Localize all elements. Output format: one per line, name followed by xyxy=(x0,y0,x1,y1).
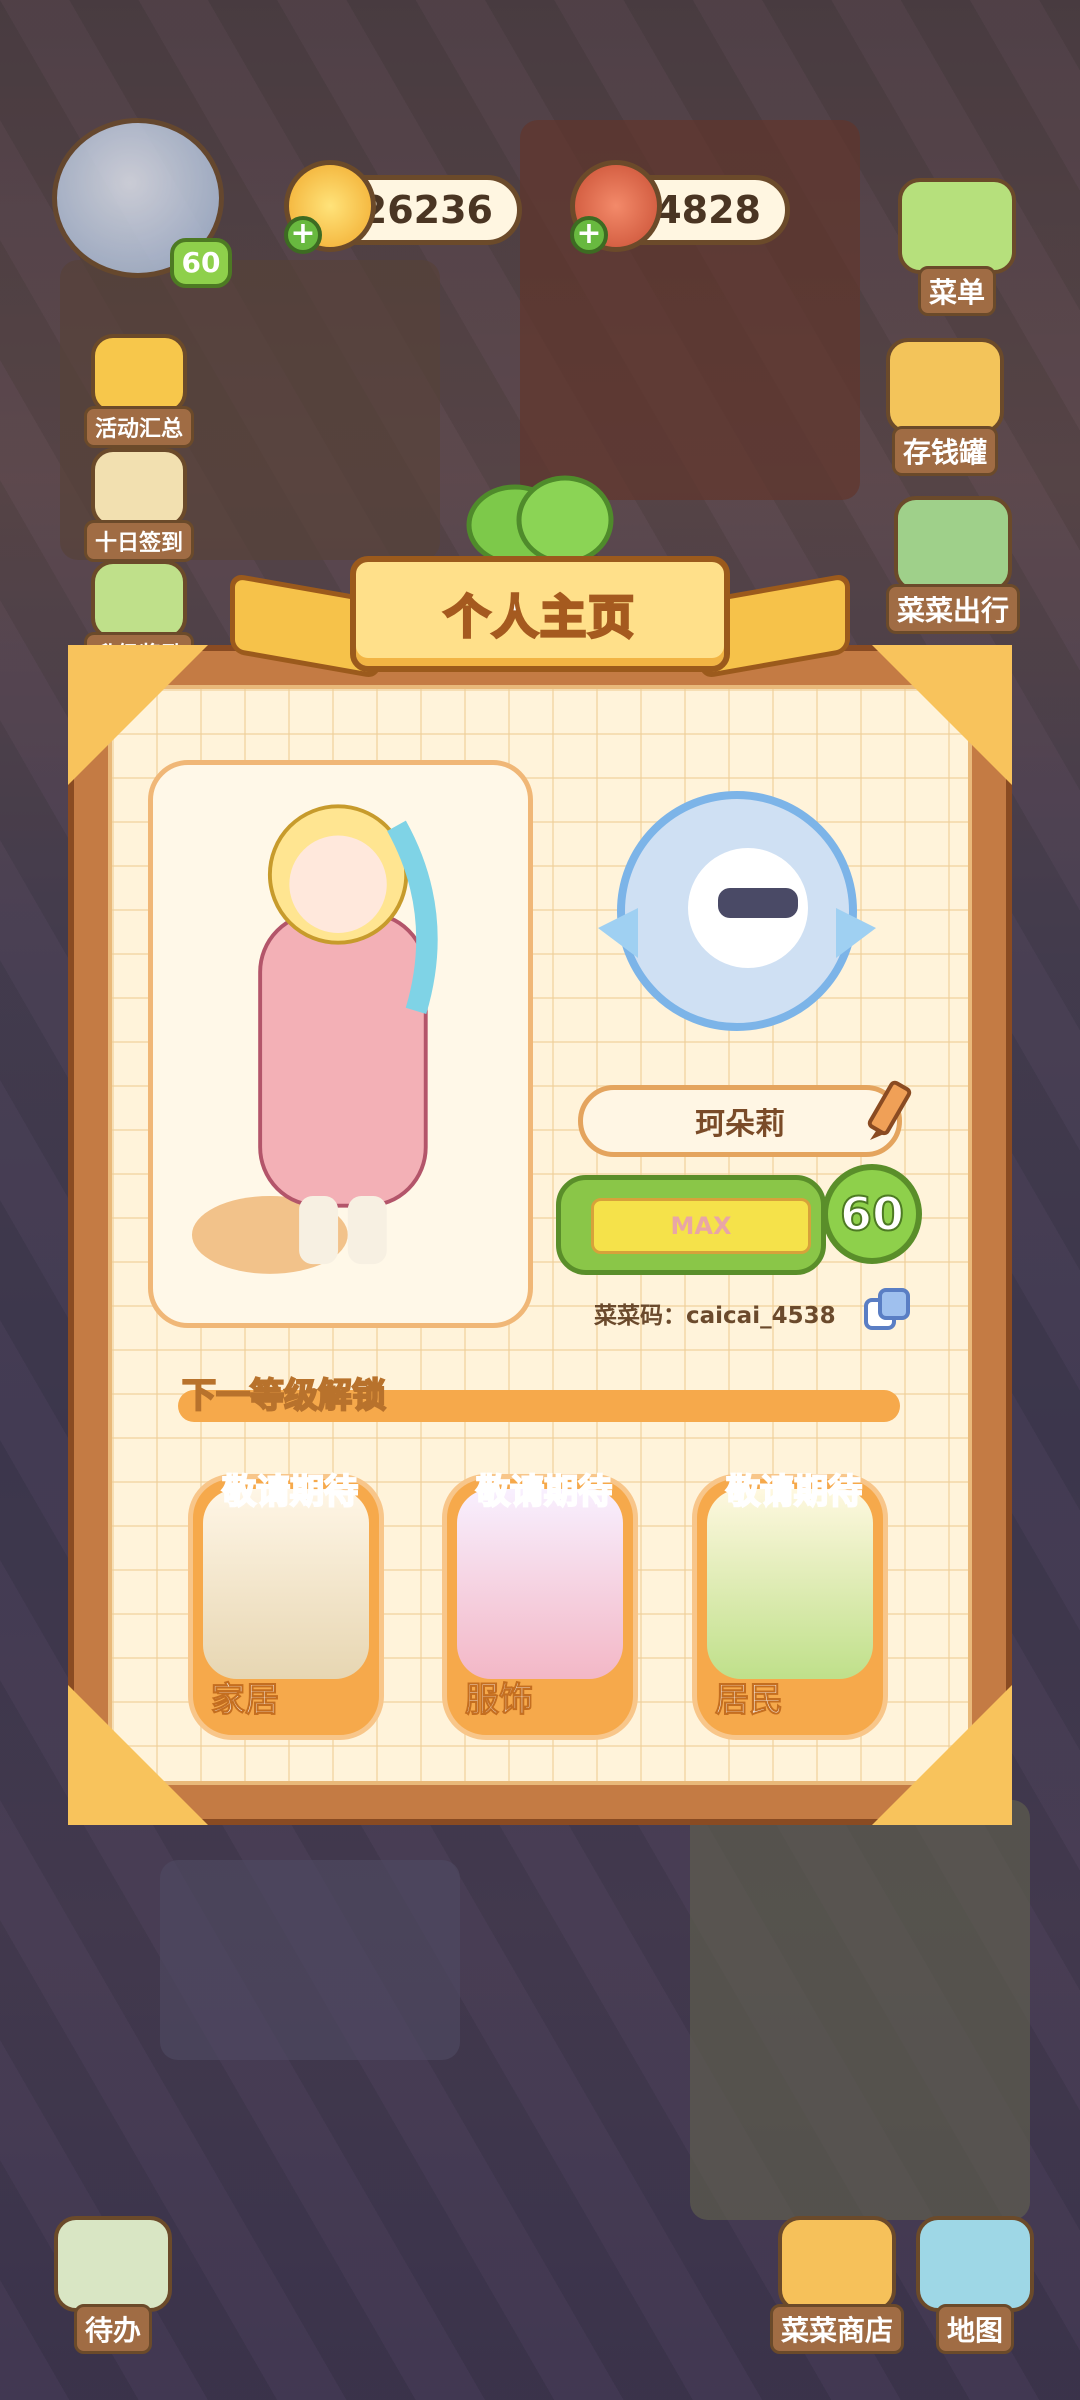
todo-button[interactable]: 待办 xyxy=(54,2216,172,2354)
level-badge: 60 xyxy=(822,1164,922,1264)
residents-image xyxy=(707,1489,873,1679)
add-veggies-button[interactable]: + xyxy=(570,216,608,254)
gift-icon xyxy=(91,560,187,640)
todo-icon xyxy=(54,2216,172,2312)
shop-button[interactable]: 菜菜商店 xyxy=(770,2216,905,2354)
panel-title: 个人主页 xyxy=(443,589,636,646)
piggy-bank-button[interactable]: 存钱罐 xyxy=(886,338,1004,476)
travel-button[interactable]: 菜菜出行 xyxy=(886,496,1021,634)
panel-title-banner: 个人主页 xyxy=(230,556,850,680)
player-level-badge: 60 xyxy=(170,238,232,288)
clothing-image xyxy=(457,1489,623,1679)
player-name: 珂朵莉 xyxy=(695,1107,785,1142)
events-button[interactable]: 活动汇总 xyxy=(84,334,195,448)
sprout-icon xyxy=(466,475,614,566)
character-illustration xyxy=(191,804,438,1274)
travel-icon xyxy=(894,496,1012,592)
calendar-icon xyxy=(91,448,187,528)
level-bar: MAX xyxy=(556,1175,826,1275)
unlock-card-clothing[interactable]: 服饰 xyxy=(442,1474,638,1740)
veggie-count: 4828 xyxy=(655,188,761,232)
unlock-card-furniture[interactable]: 家居 xyxy=(188,1474,384,1740)
menu-icon xyxy=(898,178,1016,274)
panel-corner-br xyxy=(872,1685,1012,1825)
menu-button[interactable]: 菜单 xyxy=(898,178,1016,316)
unlock-card-residents[interactable]: 居民 xyxy=(692,1474,888,1740)
player-name-box: 珂朵莉 xyxy=(578,1085,902,1157)
map-icon xyxy=(916,2216,1034,2312)
events-icon xyxy=(91,334,187,414)
map-button[interactable]: 地图 xyxy=(916,2216,1034,2354)
unlock-tag-furniture: 敬请期待 xyxy=(221,1471,359,1513)
next-level-unlock-header: 下一等级解锁 xyxy=(178,1375,900,1422)
unlock-tag-residents: 敬请期待 xyxy=(725,1471,863,1513)
player-code: 菜菜码：caicai_4538 xyxy=(594,1303,836,1329)
shop-icon xyxy=(778,2216,896,2312)
panel-corner-bl xyxy=(68,1685,208,1825)
add-coins-button[interactable]: + xyxy=(284,216,322,254)
character-card xyxy=(148,760,533,1328)
unlock-tag-clothing: 敬请期待 xyxy=(475,1471,613,1513)
panel-corner-tr xyxy=(872,645,1012,785)
copy-icon[interactable] xyxy=(862,1286,914,1334)
level-max-text: MAX xyxy=(670,1212,732,1240)
next-level-unlock-title: 下一等级解锁 xyxy=(181,1375,387,1417)
furniture-image xyxy=(203,1489,369,1679)
signin-button[interactable]: 十日签到 xyxy=(84,448,195,562)
piggy-bank-icon xyxy=(886,338,1004,434)
edit-name-icon[interactable] xyxy=(860,1078,912,1150)
player-portrait[interactable] xyxy=(578,788,896,1034)
coin-count: 26236 xyxy=(360,188,493,232)
